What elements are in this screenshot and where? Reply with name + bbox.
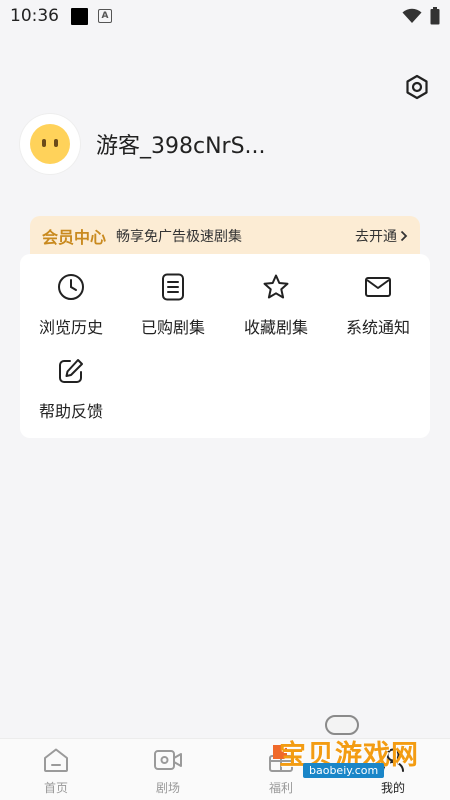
star-icon [261, 272, 291, 302]
clock-icon [56, 272, 86, 302]
avatar[interactable] [20, 114, 80, 174]
video-camera-icon [153, 745, 183, 775]
vip-subtitle: 畅享免广告极速剧集 [116, 229, 243, 245]
menu-item-history-label: 浏览历史 [38, 318, 103, 337]
home-icon [41, 745, 71, 775]
username: 游客_398cNrS... [96, 134, 266, 159]
vip-activate-button[interactable]: 去开通 [355, 226, 408, 246]
tab-theater[interactable]: 剧场 [133, 745, 203, 796]
menu-item-feedback-label: 帮助反馈 [38, 402, 103, 421]
vip-banner[interactable]: 会员中心 畅享免广告极速剧集 去开通 [30, 216, 420, 256]
watermark: 宝贝游戏网 baobeiy.com [265, 715, 425, 785]
menu-item-history[interactable]: 浏览历史 [20, 272, 122, 338]
settings-button[interactable] [403, 73, 431, 101]
menu-item-notifications[interactable]: 系统通知 [327, 272, 429, 338]
chevron-right-icon [400, 230, 408, 242]
tab-home[interactable]: 首页 [21, 745, 91, 796]
wifi-icon [402, 8, 422, 23]
document-list-icon [158, 272, 188, 302]
menu-item-feedback[interactable]: 帮助反馈 [20, 356, 122, 422]
avatar-face-icon [30, 124, 70, 164]
status-bar: 10:36 A [0, 0, 450, 32]
notification-square-icon [71, 7, 88, 25]
vip-title: 会员中心 [42, 228, 107, 247]
tab-theater-label: 剧场 [155, 781, 180, 795]
mail-icon [363, 272, 393, 302]
status-time: 10:36 [10, 6, 59, 26]
edit-icon [56, 356, 86, 386]
menu-item-purchased-label: 已购剧集 [140, 318, 205, 337]
gamepad-icon [325, 715, 359, 735]
watermark-url: baobeiy.com [303, 763, 385, 778]
menu-item-purchased[interactable]: 已购剧集 [122, 272, 224, 338]
vip-activate-label: 去开通 [355, 229, 397, 245]
menu-item-favorites-label: 收藏剧集 [243, 318, 308, 337]
menu-item-notifications-label: 系统通知 [345, 318, 410, 337]
menu-item-favorites[interactable]: 收藏剧集 [225, 272, 327, 338]
gear-icon [406, 74, 428, 100]
tab-home-label: 首页 [43, 781, 68, 795]
profile-header[interactable]: 游客_398cNrS... [20, 114, 266, 174]
menu-card: 浏览历史 已购剧集 收藏剧集 系统通知 帮助反馈 [20, 254, 430, 438]
battery-icon [430, 7, 440, 25]
app-notification-icon: A [98, 9, 112, 23]
